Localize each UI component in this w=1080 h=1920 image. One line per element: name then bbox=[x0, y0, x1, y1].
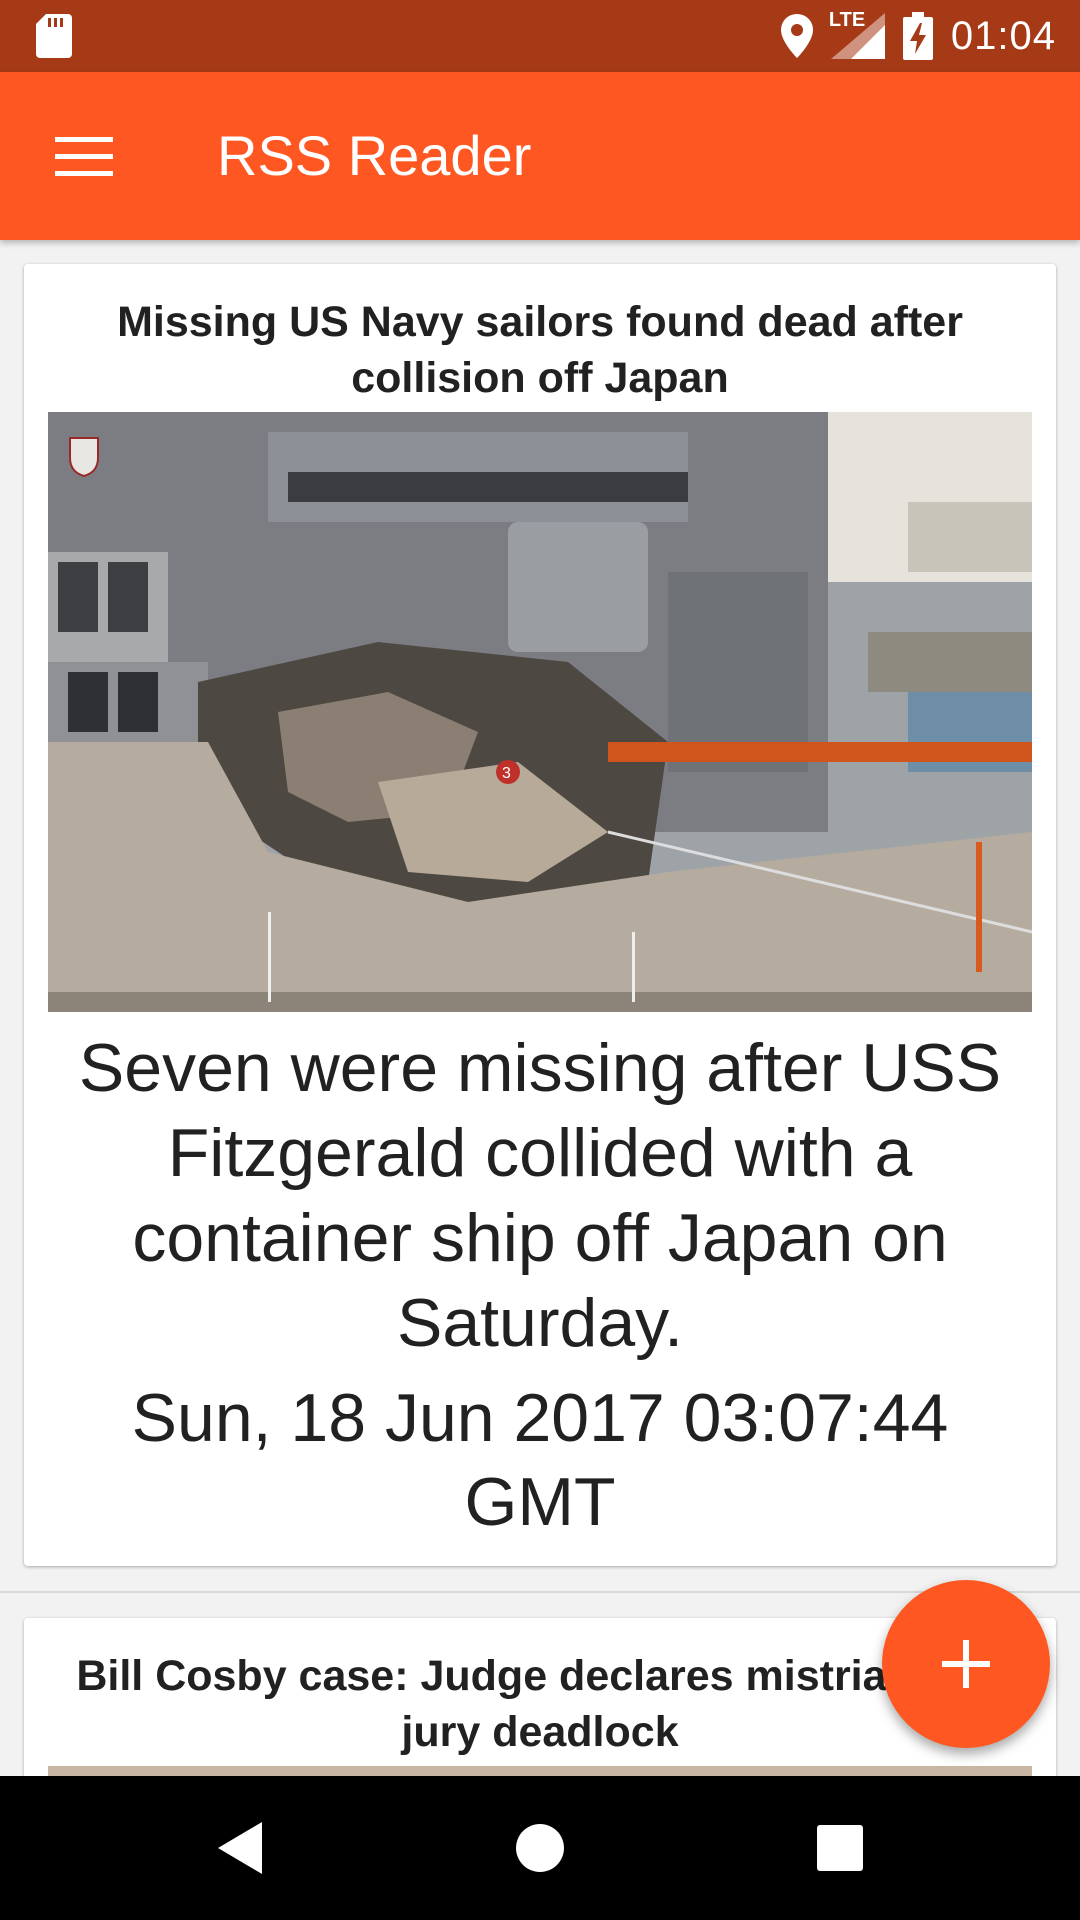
article-list[interactable]: Missing US Navy sailors found dead after… bbox=[0, 240, 1080, 1776]
status-bar: LTE 01:04 bbox=[0, 0, 1080, 72]
article-title: Missing US Navy sailors found dead after… bbox=[117, 298, 963, 402]
back-icon[interactable] bbox=[200, 1808, 280, 1888]
signal-icon: LTE bbox=[829, 9, 885, 59]
network-type-label: LTE bbox=[828, 9, 866, 31]
menu-button[interactable] bbox=[40, 124, 128, 188]
recents-icon[interactable] bbox=[800, 1808, 880, 1888]
article-description: Seven were missing after USS Fitzgerald … bbox=[78, 1030, 1002, 1361]
battery-charging-icon bbox=[902, 12, 933, 60]
add-feed-button[interactable] bbox=[882, 1580, 1050, 1748]
location-icon bbox=[780, 14, 813, 58]
article-image bbox=[48, 1766, 1032, 1776]
hull-number: 3 bbox=[502, 765, 511, 782]
article-image: 3 bbox=[48, 412, 1032, 1012]
sd-card-icon bbox=[36, 14, 72, 58]
article-date: Sun, 18 Jun 2017 03:07:44 GMT bbox=[131, 1380, 949, 1540]
status-time: 01:04 bbox=[950, 13, 1056, 58]
plus-icon bbox=[942, 1640, 990, 1688]
app-bar: RSS Reader bbox=[0, 72, 1080, 240]
app-title: RSS Reader bbox=[217, 124, 532, 187]
article-card[interactable]: Missing US Navy sailors found dead after… bbox=[24, 264, 1056, 1566]
home-icon[interactable] bbox=[500, 1808, 580, 1888]
list-divider bbox=[0, 1591, 1080, 1593]
navigation-bar bbox=[0, 1776, 1080, 1920]
hamburger-menu-icon bbox=[55, 137, 113, 176]
